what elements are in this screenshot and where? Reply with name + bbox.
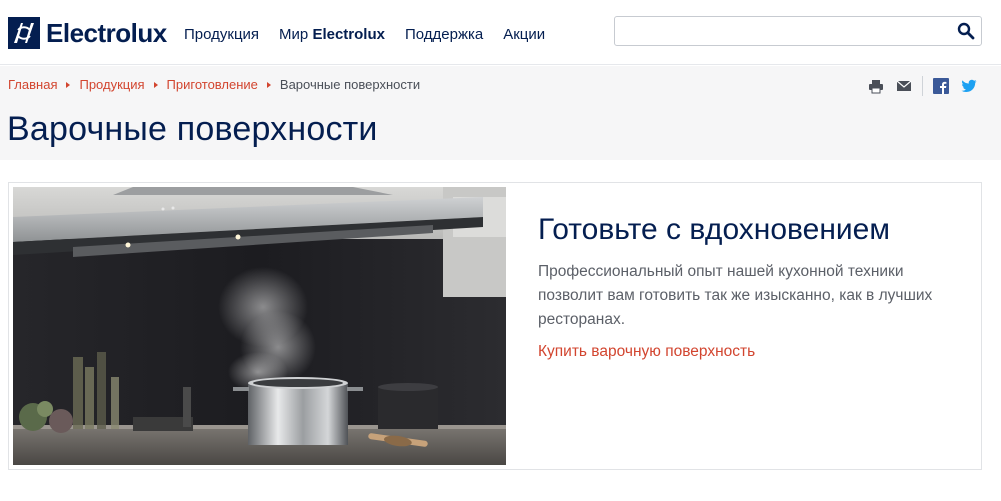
promo-card: Готовьте с вдохновением Профессиональный… xyxy=(8,182,982,470)
site-header: Electrolux Продукция Мир Electrolux Подд… xyxy=(0,0,1001,65)
search-input[interactable] xyxy=(621,21,941,41)
promo-text: Профессиональный опыт нашей кухонной тех… xyxy=(538,263,933,328)
print-icon[interactable] xyxy=(868,78,884,94)
electrolux-logo-icon xyxy=(8,17,40,49)
breadcrumb-current: Варочные поверхности xyxy=(279,77,421,92)
facebook-icon[interactable] xyxy=(933,78,949,94)
breadcrumb-separator-icon xyxy=(66,81,71,88)
brand-logo[interactable]: Electrolux xyxy=(8,17,167,49)
share-divider xyxy=(922,76,923,96)
breadcrumb-home[interactable]: Главная xyxy=(8,77,57,92)
nav-item-world-electrolux[interactable]: Мир Electrolux xyxy=(279,26,385,43)
promo-title: Готовьте с вдохновением xyxy=(538,213,890,246)
twitter-icon[interactable] xyxy=(961,78,977,94)
breadcrumb-separator-icon xyxy=(266,81,271,88)
buy-hob-link[interactable]: Купить варочную поверхность xyxy=(538,343,755,361)
nav-item-world-prefix: Мир xyxy=(279,26,313,43)
nav-item-world-bold: Electrolux xyxy=(312,26,385,43)
breadcrumb-products[interactable]: Продукция xyxy=(79,77,144,92)
kitchen-photo xyxy=(13,187,506,465)
search-box xyxy=(614,16,982,46)
nav-item-support[interactable]: Поддержка xyxy=(405,26,483,43)
email-icon[interactable] xyxy=(896,78,912,94)
search-icon[interactable] xyxy=(957,22,975,40)
nav-item-products[interactable]: Продукция xyxy=(184,26,259,43)
main-nav: Продукция Мир Electrolux Поддержка Акции xyxy=(184,26,565,43)
kitchen-hob-image xyxy=(13,187,506,465)
brand-name: Electrolux xyxy=(46,17,167,48)
nav-item-promotions[interactable]: Акции xyxy=(503,26,545,43)
page-header-band: Главная Продукция Приготовление Варочные… xyxy=(0,66,1001,160)
breadcrumb-separator-icon xyxy=(153,81,158,88)
breadcrumb: Главная Продукция Приготовление Варочные… xyxy=(8,77,420,92)
breadcrumb-cooking[interactable]: Приготовление xyxy=(167,77,258,92)
page-title: Варочные поверхности xyxy=(7,110,378,148)
share-bar xyxy=(868,76,989,96)
